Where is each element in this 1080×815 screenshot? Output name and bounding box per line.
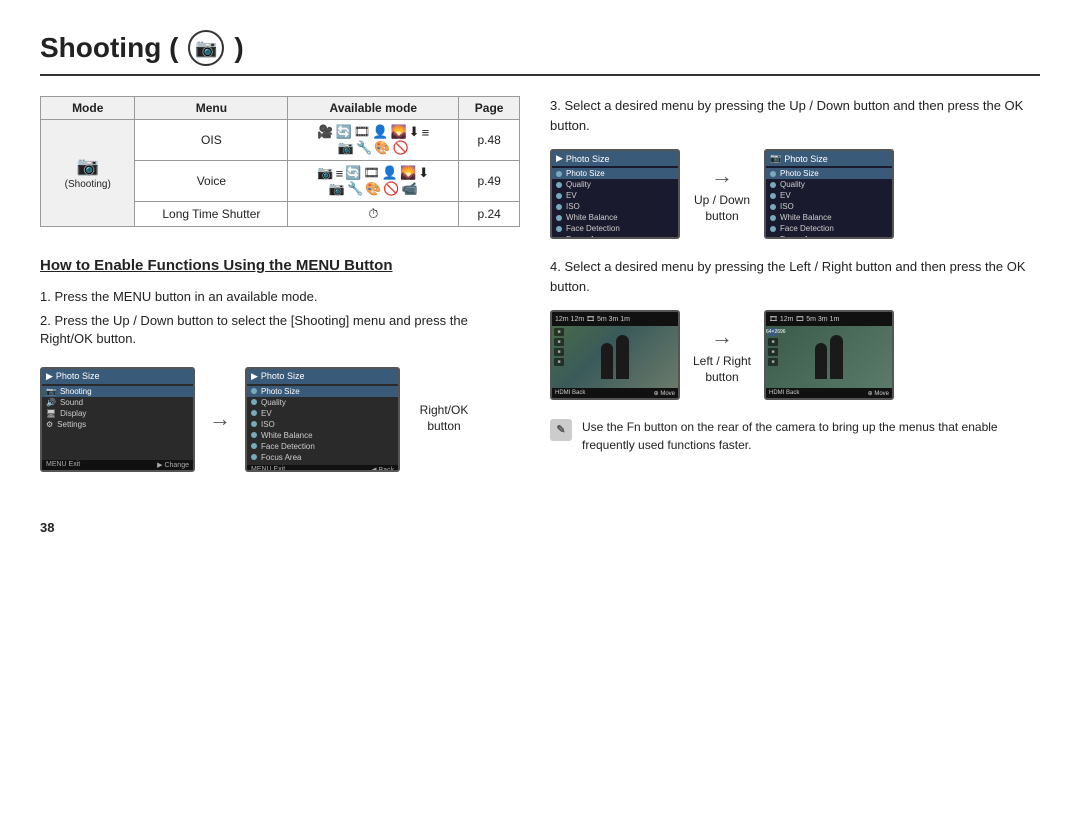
photo-menu-ud2: Photo Size Quality EV ISO White Balance … xyxy=(766,166,892,239)
side-icons-1: ■ ■ ■ ■ xyxy=(554,328,564,366)
main-menu-screen: ▶Photo Size 📷Shooting 🔊Sound 🖥Display xyxy=(40,367,195,472)
menu-photo-size: Photo Size xyxy=(247,386,398,397)
right-ok-demo: ▶Photo Size 📷Shooting 🔊Sound 🖥Display xyxy=(40,367,520,472)
photo-menu-screen: ▶Photo Size Photo Size Quality EV xyxy=(245,367,400,472)
menu-iso: ISO xyxy=(247,419,398,430)
left-column: Mode Menu Available mode Page 📷 (Shootin… xyxy=(40,96,520,490)
menu-item-display: 🖥Display xyxy=(42,408,193,419)
screen-top-bar-2: ▶Photo Size xyxy=(247,369,398,384)
screen-top-bar-ud1: ▶Photo Size xyxy=(552,151,678,166)
screen-top-bar-ud2: 📷Photo Size xyxy=(766,151,892,166)
menu-ev: EV xyxy=(247,408,398,419)
table-row: 📷 (Shooting) OIS 🎥🔄🎞👤🌄⬇≡ 📷🔧🎨🚫 xyxy=(41,120,520,161)
photo-area-1: ■ ■ ■ ■ xyxy=(552,326,678,388)
photo-bottom-1: HDMI Back⊕ Move xyxy=(552,388,678,398)
shooting-camera-icon: 📷 xyxy=(77,156,99,177)
menu-item-settings: ⚙Settings xyxy=(42,419,193,430)
menu-white-balance: White Balance xyxy=(247,430,398,441)
main-menu-list: 📷Shooting 🔊Sound 🖥Display ⚙Settings xyxy=(42,384,193,460)
right-column: 3. Select a desired menu by pressing the… xyxy=(550,96,1040,490)
lr-before-screen: 12m 12m 🎞 5m 3m 1m ■ ■ ■ ■ HDMI Bac xyxy=(550,310,680,400)
left-right-label: Left / Rightbutton xyxy=(692,354,752,385)
col-mode: Mode xyxy=(41,97,135,120)
mode-table: Mode Menu Available mode Page 📷 (Shootin… xyxy=(40,96,520,227)
steps-list: 1. Press the MENU button in an available… xyxy=(40,288,520,349)
note-box: ✎ Use the Fn button on the rear of the c… xyxy=(550,418,1040,454)
menu-long-time-shutter: Long Time Shutter xyxy=(135,202,288,227)
note-icon: ✎ xyxy=(550,419,572,441)
arrow-right-lr: → xyxy=(711,324,733,350)
how-to-section: How to Enable Functions Using the MENU B… xyxy=(40,257,520,472)
up-down-demo: ▶Photo Size Photo Size Quality EV ISO Wh… xyxy=(550,149,1040,239)
arrow-icon: → xyxy=(209,406,231,432)
up-down-before-screen: ▶Photo Size Photo Size Quality EV ISO Wh… xyxy=(550,149,680,239)
ois-icons: 🎥🔄🎞👤🌄⬇≡ 📷🔧🎨🚫 xyxy=(288,120,459,161)
side-icons-2: 3964×2696 ■ ■ ■ xyxy=(768,328,778,366)
menu-focus-area: Focus Area xyxy=(247,452,398,463)
step-1: 1. Press the MENU button in an available… xyxy=(40,288,520,306)
step3-text: 3. Select a desired menu by pressing the… xyxy=(550,96,1040,135)
title-text: Shooting ( xyxy=(40,32,178,64)
camera-icon: 📷 xyxy=(188,30,224,66)
menu-quality: Quality xyxy=(247,397,398,408)
step4-text: 4. Select a desired menu by pressing the… xyxy=(550,257,1040,296)
up-down-after-screen: 📷Photo Size Photo Size Quality EV ISO Wh… xyxy=(764,149,894,239)
menu-voice: Voice xyxy=(135,161,288,202)
how-to-title: How to Enable Functions Using the MENU B… xyxy=(40,257,520,274)
note-text: Use the Fn button on the rear of the cam… xyxy=(582,418,1040,454)
col-page: Page xyxy=(459,97,520,120)
up-down-label: Up / Downbutton xyxy=(692,193,752,224)
shutter-icons: ⏱ xyxy=(288,202,459,227)
silhouette-1 xyxy=(601,335,629,379)
menu-item-sound: 🔊Sound xyxy=(42,397,193,408)
photo-menu-ud1: Photo Size Quality EV ISO White Balance … xyxy=(552,166,678,239)
voice-page: p.49 xyxy=(459,161,520,202)
left-right-demo: 12m 12m 🎞 5m 3m 1m ■ ■ ■ ■ HDMI Bac xyxy=(550,310,1040,400)
ois-page: p.48 xyxy=(459,120,520,161)
menu-ois: OIS xyxy=(135,120,288,161)
step-2: 2. Press the Up / Down button to select … xyxy=(40,312,520,348)
page-number: 38 xyxy=(40,520,1040,535)
mode-cell: 📷 (Shooting) xyxy=(41,120,135,227)
col-menu: Menu xyxy=(135,97,288,120)
page-title: Shooting ( 📷 ) xyxy=(40,30,1040,76)
title-close-paren: ) xyxy=(234,32,243,64)
arrow-right-ud: → xyxy=(711,163,733,189)
screen-top-bar: ▶Photo Size xyxy=(42,369,193,384)
screen-bottom-bar-2: MENU Exit◀ Back xyxy=(247,465,398,472)
col-available-mode: Available mode xyxy=(288,97,459,120)
photo-bottom-2: HDMI Back⊕ Move xyxy=(766,388,892,398)
photo-top-strip-2: 🎞 12m 🎞 5m 3m 1m xyxy=(766,312,892,326)
right-ok-button-label: Right/OKbutton xyxy=(414,403,474,434)
lr-after-screen: 🎞 12m 🎞 5m 3m 1m 3964×2696 ■ ■ ■ H xyxy=(764,310,894,400)
photo-top-strip-1: 12m 12m 🎞 5m 3m 1m xyxy=(552,312,678,326)
voice-icons: 📷≡🔄🎞👤🌄⬇ 📷🔧🎨🚫📹 xyxy=(288,161,459,202)
shutter-page: p.24 xyxy=(459,202,520,227)
shooting-label: (Shooting) xyxy=(65,179,111,190)
screen-bottom-bar: MENU Exit▶ Change xyxy=(42,460,193,470)
photo-area-2: 3964×2696 ■ ■ ■ xyxy=(766,326,892,388)
silhouette-2 xyxy=(815,335,843,379)
menu-item-shooting: 📷Shooting xyxy=(42,386,193,397)
photo-menu-list: Photo Size Quality EV ISO White Balance xyxy=(247,384,398,465)
menu-face-detection: Face Detection xyxy=(247,441,398,452)
